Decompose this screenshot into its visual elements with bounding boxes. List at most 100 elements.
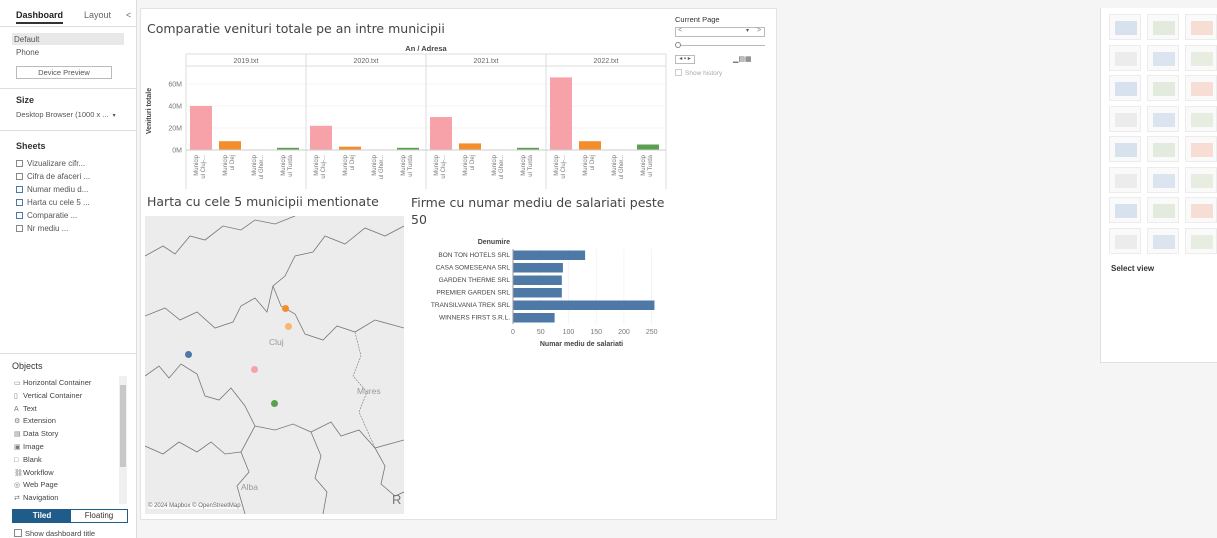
chart-type-thumbnail[interactable] [1109, 105, 1141, 132]
map-point-cluj[interactable] [251, 366, 258, 373]
object-item[interactable]: ▤ Data Story [14, 429, 58, 438]
prev-page-icon[interactable]: < [678, 27, 682, 34]
chart-type-thumbnail[interactable] [1185, 105, 1217, 132]
object-item[interactable]: ⇄ Navigation [14, 493, 58, 502]
category-label: TRANSILVANIA TREK SRL [431, 302, 510, 309]
chart-type-thumbnail[interactable] [1185, 136, 1217, 162]
page-slider-thumb[interactable] [675, 42, 681, 48]
x-axis-label: Numar mediu de salariati [540, 341, 623, 348]
device-phone[interactable]: Phone [16, 48, 39, 57]
chart-type-thumbnail[interactable] [1185, 75, 1217, 101]
page-dropdown[interactable]: < ▾ > [675, 27, 765, 37]
thumbnail-preview [1191, 234, 1213, 249]
category-label: Municip [641, 154, 647, 175]
sheets-title: Sheets [16, 141, 46, 151]
tab-layout[interactable]: Layout [84, 10, 111, 20]
sheet-label: Nr mediu ... [27, 224, 69, 233]
object-item[interactable]: ⛓Workflow [14, 468, 54, 477]
bar [513, 275, 562, 285]
map-point-municipiu[interactable] [185, 351, 192, 358]
map-point-gherla[interactable] [285, 323, 292, 330]
chart-type-thumbnail[interactable] [1109, 197, 1141, 223]
map-view[interactable]: Cluj Mures Alba R © 2024 Mapbox © OpenSt… [145, 216, 404, 514]
object-item[interactable]: ◎ Web Page [14, 480, 58, 489]
x-tick-label: 250 [646, 329, 658, 336]
object-label: Image [23, 442, 44, 451]
device-preview-button[interactable]: Device Preview [16, 66, 112, 79]
bar [310, 125, 332, 150]
category-label: BON TON HOTELS SRL [438, 252, 510, 259]
sheet-item[interactable]: Cifra de afaceri ... [16, 172, 90, 181]
thumbnail-preview [1115, 82, 1137, 96]
object-label: Web Page [23, 480, 58, 490]
object-item[interactable]: ▯ Vertical Container [14, 391, 82, 400]
sheet-item[interactable]: Comparatie ... [16, 211, 77, 220]
show-title-checkbox[interactable] [14, 529, 22, 537]
category-label: ul Gher... [499, 155, 505, 180]
scrollbar-thumb[interactable] [120, 385, 126, 467]
chart-type-thumbnail[interactable] [1185, 44, 1217, 71]
device-default[interactable]: Default [14, 35, 39, 44]
chart-type-thumbnail[interactable] [1185, 14, 1217, 40]
category-label: WINNERS FIRST S.R.L. [439, 315, 510, 322]
page-slider-track[interactable] [677, 45, 765, 46]
chevron-down-icon[interactable]: ▾ [746, 27, 749, 34]
chart-type-thumbnail[interactable] [1147, 44, 1179, 71]
category-label: Municip [372, 154, 378, 175]
map-borders [145, 216, 404, 514]
chart-type-thumbnail[interactable] [1109, 166, 1141, 193]
chart-type-thumbnail[interactable] [1185, 197, 1217, 223]
view-toggle-icon[interactable]: ▁▤▦ [733, 55, 761, 64]
chart-type-thumbnail[interactable] [1109, 227, 1141, 254]
show-history-row[interactable]: Show history [675, 69, 722, 77]
map-point-turda[interactable] [271, 400, 278, 407]
next-page-icon[interactable]: > [757, 27, 761, 34]
object-item[interactable]: □ Blank [14, 455, 42, 464]
object-item[interactable]: ⚙ Extension [14, 416, 56, 425]
object-item[interactable]: A Text [14, 404, 37, 413]
objects-scrollbar[interactable] [119, 376, 127, 504]
chart-type-thumbnail[interactable] [1147, 14, 1179, 40]
sheet-item[interactable]: Harta cu cele 5 ... [16, 198, 90, 207]
category-label: ul Dej [230, 155, 236, 170]
collapse-panel-icon[interactable]: < [126, 10, 131, 20]
playback-controls[interactable]: ◂ ▪ ▸ [675, 55, 695, 64]
object-item[interactable]: ▣ Image [14, 442, 44, 451]
salariati-bar-chart[interactable]: Denumire 0 50 100 150 200 250 BON TON HOTELS SR… [399, 235, 679, 361]
chart-type-thumbnail[interactable] [1147, 75, 1179, 101]
image-icon: ▣ [14, 444, 21, 451]
sheet-item[interactable]: Vizualizare cifr... [16, 159, 85, 168]
chart-type-thumbnail[interactable] [1147, 136, 1179, 162]
chart-type-thumbnail[interactable] [1185, 166, 1217, 193]
y-tick-label: 20M [168, 126, 182, 133]
chart-type-thumbnail[interactable] [1147, 166, 1179, 193]
category-label: ul Gher... [619, 155, 625, 180]
map-attribution: © 2024 Mapbox © OpenStreetMap [148, 503, 241, 509]
tab-dashboard[interactable]: Dashboard [16, 10, 64, 24]
map-point-dej[interactable] [282, 305, 289, 312]
chart-type-thumbnail[interactable] [1109, 75, 1141, 101]
bar [513, 250, 586, 260]
chart-type-thumbnail[interactable] [1109, 136, 1141, 162]
sheet-item[interactable]: Numar mediu d... [16, 185, 88, 194]
chart-type-thumbnail[interactable] [1147, 197, 1179, 223]
object-label: Text [23, 403, 37, 413]
sheet-item[interactable]: Nr mediu ... [16, 224, 68, 233]
chart-type-thumbnail[interactable] [1147, 105, 1179, 132]
chart-type-thumbnail[interactable] [1109, 44, 1141, 71]
size-dropdown[interactable]: Desktop Browser (1000 x ... ▾ [16, 110, 134, 121]
thumbnail-preview [1191, 143, 1213, 157]
venituri-bar-chart[interactable]: An / Adresa Venituri totale 0M 20M 40M 60M 201… [141, 43, 671, 189]
show-title-checkbox-row[interactable]: Show dashboard title [14, 529, 95, 538]
chart-type-thumbnail[interactable] [1109, 14, 1141, 40]
category-label: Municip [521, 154, 527, 175]
objects-title: Objects [12, 361, 43, 371]
chart-type-thumbnail[interactable] [1147, 227, 1179, 254]
tiled-button[interactable]: Tiled [13, 510, 71, 522]
category-label: Municip [434, 154, 440, 175]
object-item[interactable]: ▭ Horizontal Container [14, 378, 91, 387]
chart-type-thumbnail[interactable] [1185, 227, 1217, 254]
x-tick-label: 100 [563, 329, 575, 336]
floating-button[interactable]: Floating [71, 510, 127, 522]
show-history-checkbox[interactable] [675, 69, 682, 76]
